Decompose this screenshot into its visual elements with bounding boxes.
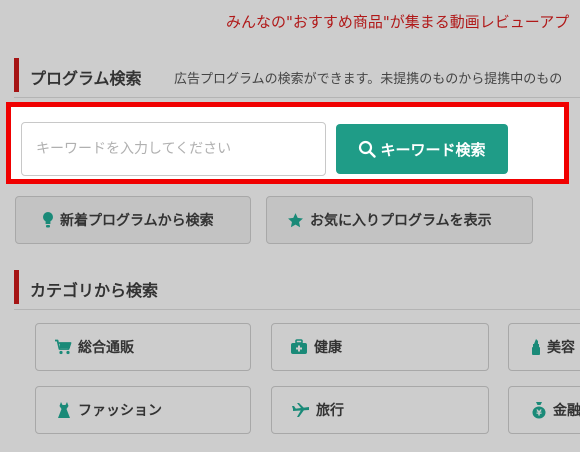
category-general-mail-order[interactable]: 総合通販	[35, 323, 251, 371]
section-accent-bar	[14, 270, 19, 304]
airplane-icon	[292, 402, 310, 418]
category-label: 総合通販	[78, 340, 134, 356]
category-label: 旅行	[316, 403, 344, 419]
search-icon	[358, 140, 377, 158]
new-programs-label: 新着プログラムから検索	[60, 213, 214, 229]
program-search-description: 広告プログラムの検索ができます。未提携のものから提携中のもの	[174, 72, 563, 87]
category-label: 金融	[553, 403, 580, 419]
money-bag-icon: ¥	[531, 401, 547, 419]
category-search-header: カテゴリから検索	[14, 266, 580, 310]
keyword-search-input[interactable]	[21, 122, 326, 176]
first-aid-kit-icon	[290, 339, 308, 355]
cart-icon	[54, 339, 72, 355]
lightbulb-icon	[42, 211, 54, 229]
banner-text: みんなの"おすすめ商品"が集まる動画レビューアプ	[226, 13, 570, 31]
category-label: 健康	[314, 340, 342, 356]
keyword-search-button[interactable]: キーワード検索	[336, 124, 508, 174]
keyword-search-button-label: キーワード検索	[380, 140, 486, 159]
category-finance[interactable]: ¥ 金融	[508, 386, 580, 434]
category-label: 美容	[547, 340, 575, 356]
top-banner: みんなの"おすすめ商品"が集まる動画レビューアプ	[0, 0, 580, 42]
category-search-title: カテゴリから検索	[30, 281, 159, 300]
new-programs-button[interactable]: 新着プログラムから検索	[15, 196, 251, 244]
favorite-programs-label: お気に入りプログラムを表示	[310, 213, 492, 229]
favorite-programs-button[interactable]: お気に入りプログラムを表示	[266, 196, 533, 244]
section-accent-bar	[14, 58, 19, 92]
lipstick-icon	[531, 338, 541, 356]
star-icon	[287, 212, 304, 229]
dress-icon	[56, 401, 72, 419]
program-search-header: プログラム検索 広告プログラムの検索ができます。未提携のものから提携中のもの	[14, 54, 580, 98]
category-beauty[interactable]: 美容	[508, 323, 580, 371]
keyword-search-box: キーワード検索	[6, 102, 569, 184]
category-health[interactable]: 健康	[271, 323, 489, 371]
category-fashion[interactable]: ファッション	[35, 386, 251, 434]
svg-text:¥: ¥	[536, 409, 542, 418]
program-search-title: プログラム検索	[30, 69, 142, 88]
category-label: ファッション	[78, 403, 162, 419]
category-travel[interactable]: 旅行	[271, 386, 489, 434]
